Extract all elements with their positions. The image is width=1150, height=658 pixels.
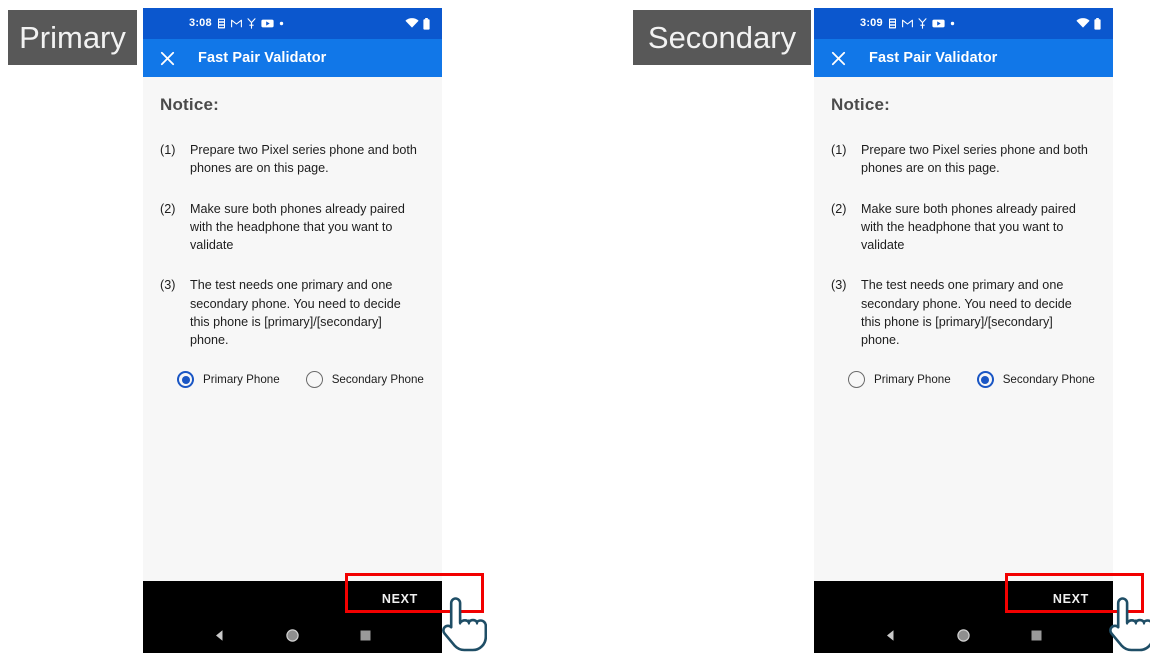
notice-item-text: The test needs one primary and one secon… [861,278,1072,347]
notice-item-number: (2) [831,201,847,216]
radio-label-primary-phone: Primary Phone [874,373,951,387]
notice-list: (1) Prepare two Pixel series phone and b… [160,141,425,349]
wifi-icon [1076,18,1090,29]
sim-icon [217,18,226,29]
mouse-cursor-hand-icon [1108,596,1150,657]
notice-item-text: Prepare two Pixel series phone and both … [190,143,417,176]
app-bar: Fast Pair Validator [143,39,442,77]
notice-item-text: Make sure both phones already paired wit… [861,201,1076,253]
radio-label-secondary-phone: Secondary Phone [1002,373,1095,387]
notice-item: (1) Prepare two Pixel series phone and b… [831,141,1096,178]
notice-item: (2) Make sure both phones already paired… [160,200,425,255]
primary-annotation-label: Primary [19,20,126,55]
radio-button-secondary-phone[interactable] [976,371,994,389]
recents-icon[interactable] [351,620,381,650]
radio-label-primary-phone: Primary Phone [203,373,280,387]
youtube-icon [261,19,274,28]
notice-heading: Notice: [831,95,891,114]
secondary-annotation-label: Secondary [647,20,797,55]
action-bar: NEXT [143,581,442,617]
battery-icon [1094,17,1101,30]
notice-item-number: (1) [160,143,176,157]
status-bar-right-icons [1076,17,1101,30]
radio-option-primary-phone[interactable]: Primary Phone [848,371,951,389]
vpn-key-icon [247,18,256,29]
status-clock: 3:09 [860,17,883,29]
youtube-icon [932,19,945,28]
app-bar: Fast Pair Validator [814,39,1113,77]
status-bar: 3:09 [814,8,1113,39]
notice-item-number: (2) [160,201,176,216]
next-button[interactable]: NEXT [1046,587,1096,611]
radio-button-secondary-phone[interactable] [305,371,323,389]
notice-item: (1) Prepare two Pixel series phone and b… [160,141,425,178]
status-bar-left-icons: 3:09 [860,18,955,29]
vpn-key-icon [918,18,927,29]
notice-item-text: Make sure both phones already paired wit… [190,201,405,253]
recents-icon[interactable] [1022,620,1052,650]
notice-heading: Notice: [160,95,220,114]
android-nav-bar [814,617,1113,653]
notice-item-text: Prepare two Pixel series phone and both … [861,143,1088,176]
notice-item-text: The test needs one primary and one secon… [190,278,401,347]
battery-icon [423,17,430,30]
app-title: Fast Pair Validator [869,50,998,66]
back-icon[interactable] [205,620,235,650]
android-nav-bar [143,617,442,653]
radio-button-primary-phone[interactable] [848,371,865,389]
wifi-icon [405,18,419,29]
notice-content: Notice: (1) Prepare two Pixel series pho… [814,77,1113,581]
notice-item-number: (1) [831,143,847,157]
sim-icon [888,18,897,29]
close-icon[interactable] [828,48,848,68]
primary-phone-screen: 3:08 Fast Pair Validator Notice: (1) Pre… [143,8,442,653]
next-button[interactable]: NEXT [375,587,425,611]
radio-option-secondary-phone[interactable]: Secondary Phone [976,371,1095,389]
phone-role-radio-group: Primary Phone Secondary Phone [177,371,425,389]
gmail-icon [230,19,242,28]
home-icon[interactable] [278,620,308,650]
secondary-phone-screen: 3:09 Fast Pair Validator Notice: (1) Pre… [814,8,1113,653]
notice-item: (2) Make sure both phones already paired… [831,200,1096,255]
radio-button-primary-phone[interactable] [177,371,194,389]
app-title: Fast Pair Validator [198,50,327,66]
gmail-icon [901,19,913,28]
radio-option-primary-phone[interactable]: Primary Phone [177,371,280,389]
phone-role-radio-group: Primary Phone Secondary Phone [848,371,1096,389]
notice-item-number: (3) [831,278,847,293]
radio-label-secondary-phone: Secondary Phone [331,373,424,387]
dot-icon [279,21,284,26]
status-bar: 3:08 [143,8,442,39]
status-clock: 3:08 [189,17,212,29]
home-icon[interactable] [949,620,979,650]
notice-item: (3) The test needs one primary and one s… [160,276,425,349]
notice-content: Notice: (1) Prepare two Pixel series pho… [143,77,442,581]
radio-option-secondary-phone[interactable]: Secondary Phone [305,371,424,389]
status-bar-left-icons: 3:08 [189,18,284,29]
notice-list: (1) Prepare two Pixel series phone and b… [831,141,1096,349]
notice-item-number: (3) [160,278,176,293]
primary-annotation-caption: Primary [8,10,137,65]
secondary-annotation-caption: Secondary [633,10,811,65]
back-icon[interactable] [876,620,906,650]
dot-icon [950,21,955,26]
action-bar: NEXT [814,581,1113,617]
mouse-cursor-hand-icon [441,596,488,657]
close-icon[interactable] [157,48,177,68]
notice-item: (3) The test needs one primary and one s… [831,276,1096,349]
status-bar-right-icons [405,17,430,30]
